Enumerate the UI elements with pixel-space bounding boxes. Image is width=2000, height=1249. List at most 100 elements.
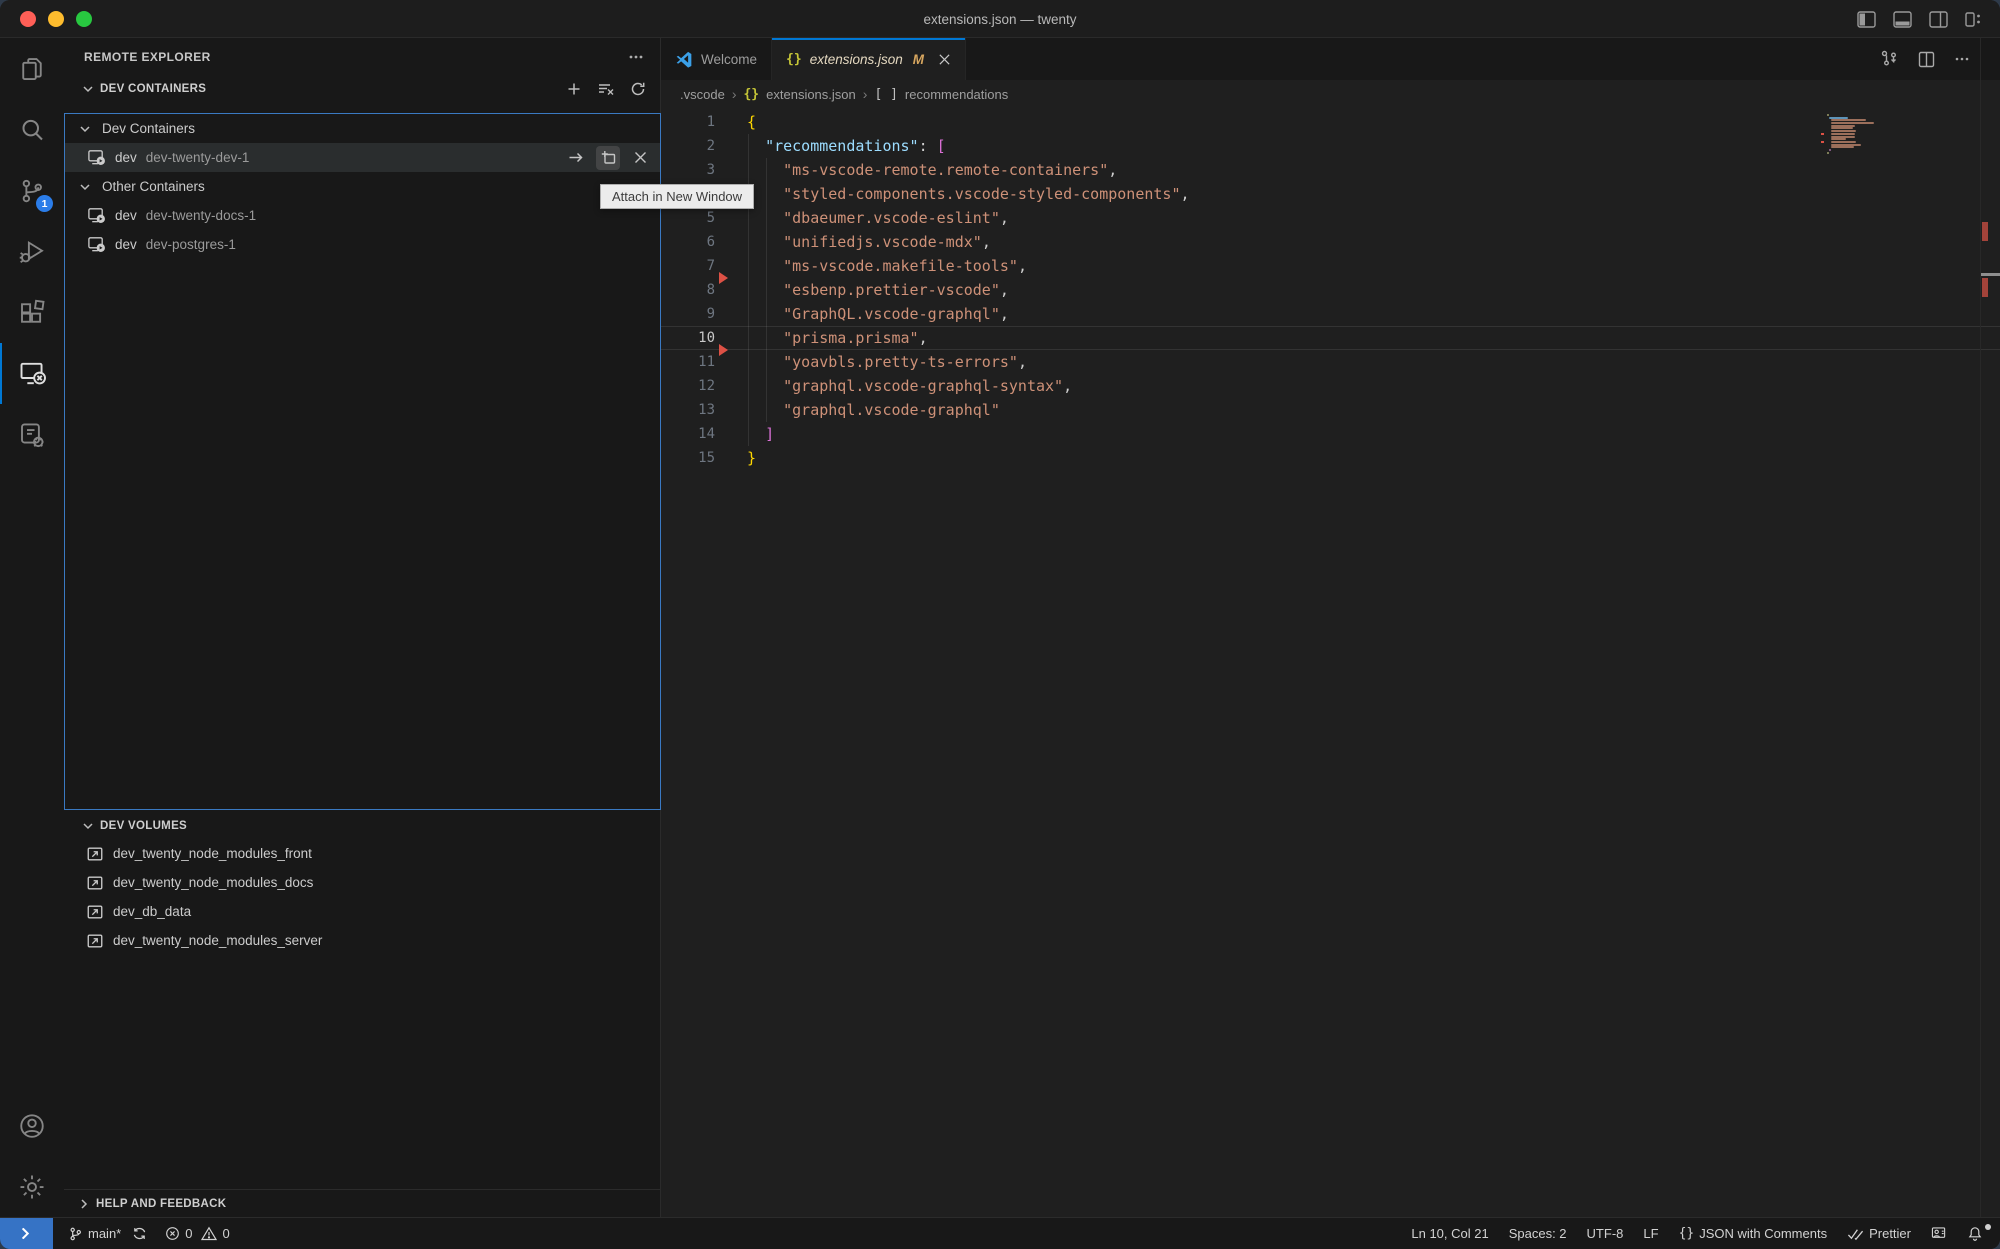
line-number[interactable]: 3 [661, 162, 715, 178]
line-number[interactable]: 14 [661, 426, 715, 442]
container-row-dev-twenty-dev-1[interactable]: dev dev-twenty-dev-1 [65, 143, 660, 172]
line-number[interactable]: 7 [661, 258, 715, 274]
code-text: "recommendations": [ [747, 137, 946, 155]
activity-extensions[interactable] [0, 282, 64, 343]
tree-group-dev-containers[interactable]: Dev Containers [65, 114, 660, 143]
code-text: "ms-vscode.makefile-tools", [747, 257, 1027, 275]
line-number[interactable]: 12 [661, 378, 715, 394]
clean-containers-icon[interactable] [597, 81, 615, 97]
activity-remote-explorer[interactable] [0, 343, 64, 404]
remote-indicator[interactable] [0, 1218, 53, 1249]
tree-group-other-containers[interactable]: Other Containers [65, 172, 660, 201]
activity-source-control[interactable]: 1 [0, 160, 64, 221]
encoding-indicator[interactable]: UTF-8 [1580, 1226, 1631, 1241]
activity-explorer[interactable] [0, 38, 64, 99]
attach-in-new-window-icon[interactable] [596, 146, 620, 170]
minimap[interactable] [1827, 114, 1899, 154]
code-line-1[interactable]: 1{ [661, 110, 2000, 134]
vscode-logo-icon [675, 50, 693, 68]
code-editor[interactable]: 1{2 "recommendations": [3 "ms-vscode-rem… [661, 108, 2000, 1217]
section-help-and-feedback[interactable]: HELP AND FEEDBACK [64, 1189, 660, 1217]
volume-row[interactable]: dev_twenty_node_modules_front [64, 839, 660, 868]
volume-row[interactable]: dev_twenty_node_modules_server [64, 926, 660, 955]
bell-icon [1967, 1226, 1983, 1242]
volume-name: dev_twenty_node_modules_front [113, 846, 312, 861]
code-line-11[interactable]: 11 "yoavbls.pretty-ts-errors", [661, 350, 2000, 374]
code-line-2[interactable]: 2 "recommendations": [ [661, 134, 2000, 158]
chevron-down-icon [77, 179, 93, 195]
add-container-icon[interactable] [566, 81, 582, 97]
line-number[interactable]: 2 [661, 138, 715, 154]
line-number[interactable]: 11 [661, 354, 715, 370]
code-line-10[interactable]: 10 "prisma.prisma", [661, 326, 2000, 350]
line-number[interactable]: 1 [661, 114, 715, 130]
activity-run-debug[interactable] [0, 221, 64, 282]
activity-accounts[interactable] [0, 1095, 64, 1156]
container-row-dev-twenty-docs-1[interactable]: dev dev-twenty-docs-1 [65, 201, 660, 230]
code-text: "graphql.vscode-graphql-syntax", [747, 377, 1072, 395]
toggle-sidebar-icon[interactable] [1857, 11, 1876, 28]
activity-settings[interactable] [0, 1156, 64, 1217]
volume-row[interactable]: dev_db_data [64, 897, 660, 926]
code-line-9[interactable]: 9 "GraphQL.vscode-graphql", [661, 302, 2000, 326]
tab-extensions-json[interactable]: {} extensions.json M [772, 38, 966, 80]
customize-layout-icon[interactable] [1965, 11, 1982, 28]
feedback-indicator[interactable] [1924, 1226, 1954, 1241]
code-line-4[interactable]: 4 "styled-components.vscode-styled-compo… [661, 182, 2000, 206]
toggle-panel-icon[interactable] [1893, 11, 1912, 28]
cursor-position[interactable]: Ln 10, Col 21 [1404, 1226, 1495, 1241]
code-line-6[interactable]: 6 "unifiedjs.vscode-mdx", [661, 230, 2000, 254]
minimap-line [1827, 152, 1899, 155]
branch-indicator[interactable]: main* [61, 1226, 154, 1242]
breadcrumb-folder[interactable]: .vscode [680, 87, 725, 102]
breadcrumb-file[interactable]: extensions.json [766, 87, 856, 102]
code-line-15[interactable]: 15} [661, 446, 2000, 470]
stop-container-icon[interactable] [628, 146, 652, 170]
toggle-secondary-sidebar-icon[interactable] [1929, 11, 1948, 28]
line-number[interactable]: 15 [661, 450, 715, 466]
activity-containers[interactable] [0, 404, 64, 465]
refresh-icon[interactable] [630, 81, 646, 97]
code-line-3[interactable]: 3 "ms-vscode-remote.remote-containers", [661, 158, 2000, 182]
code-line-14[interactable]: 14 ] [661, 422, 2000, 446]
double-check-icon [1847, 1227, 1864, 1241]
more-actions-icon[interactable] [1954, 51, 1970, 67]
container-name: dev [115, 150, 137, 165]
git-deleted-marker-icon[interactable] [719, 272, 728, 284]
gutter [715, 302, 747, 326]
section-dev-containers[interactable]: DEV CONTAINERS [64, 75, 660, 102]
line-number[interactable]: 13 [661, 402, 715, 418]
activity-search[interactable] [0, 99, 64, 160]
line-number[interactable]: 5 [661, 210, 715, 226]
code-line-5[interactable]: 5 "dbaeumer.vscode-eslint", [661, 206, 2000, 230]
split-editor-icon[interactable] [1918, 51, 1935, 68]
indentation-indicator[interactable]: Spaces: 2 [1502, 1226, 1574, 1241]
breadcrumb-symbol[interactable]: recommendations [905, 87, 1008, 102]
problems-indicator[interactable]: 0 0 [158, 1226, 236, 1241]
container-description: dev-postgres-1 [146, 237, 236, 252]
code-line-7[interactable]: 7 "ms-vscode.makefile-tools", [661, 254, 2000, 278]
code-line-13[interactable]: 13 "graphql.vscode-graphql" [661, 398, 2000, 422]
more-actions-icon[interactable] [628, 49, 644, 65]
overview-ruler[interactable] [1980, 38, 2000, 1217]
formatter-indicator[interactable]: Prettier [1840, 1226, 1918, 1241]
close-tab-icon[interactable] [938, 53, 951, 66]
line-number[interactable]: 10 [661, 330, 715, 346]
language-mode[interactable]: {὎} JSON with Comments [1672, 1226, 1835, 1241]
line-number[interactable]: 9 [661, 306, 715, 322]
git-deleted-marker-icon[interactable] [719, 344, 728, 356]
notifications-bell[interactable] [1960, 1226, 1990, 1242]
eol-indicator[interactable]: LF [1636, 1226, 1665, 1241]
line-number[interactable]: 6 [661, 234, 715, 250]
open-changes-icon[interactable] [1881, 50, 1899, 68]
gutter [715, 158, 747, 182]
line-number[interactable]: 8 [661, 282, 715, 298]
section-dev-volumes[interactable]: DEV VOLUMES [64, 812, 660, 839]
tab-welcome[interactable]: Welcome [661, 38, 772, 80]
volume-row[interactable]: dev_twenty_node_modules_docs [64, 868, 660, 897]
remote-explorer-icon [17, 358, 48, 389]
code-line-12[interactable]: 12 "graphql.vscode-graphql-syntax", [661, 374, 2000, 398]
code-line-8[interactable]: 8 "esbenp.prettier-vscode", [661, 278, 2000, 302]
attach-in-current-window-icon[interactable] [564, 146, 588, 170]
container-row-dev-postgres-1[interactable]: dev dev-postgres-1 [65, 230, 660, 259]
